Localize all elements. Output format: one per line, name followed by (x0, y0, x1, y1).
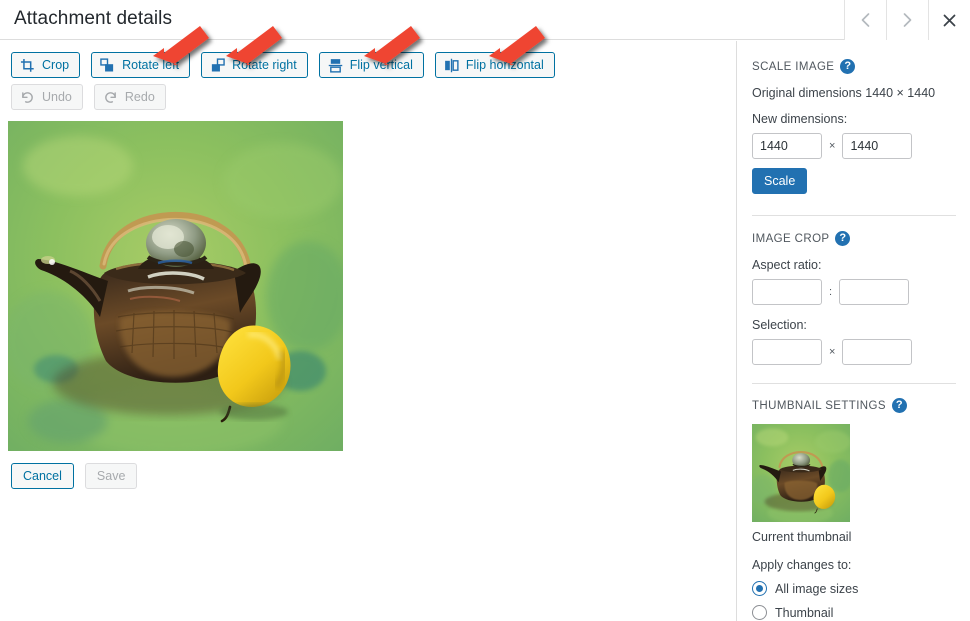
attachment-details-modal: Attachment details Crop Rotate left Rota… (0, 0, 970, 621)
rotate-right-icon (210, 57, 225, 73)
aspect-ratio-width-input[interactable] (752, 279, 822, 305)
image-crop-title-text: IMAGE CROP (752, 232, 830, 245)
new-dimensions-label: New dimensions: (752, 112, 848, 126)
editor-actions: Cancel Save (11, 463, 138, 489)
rotate-right-button-label: Rotate right (232, 57, 297, 72)
rotate-right-button[interactable]: Rotate right (201, 52, 308, 78)
rotate-left-icon (100, 57, 115, 73)
flip-horizontal-button[interactable]: Flip horizontal (434, 52, 555, 78)
flip-vertical-icon (328, 58, 343, 73)
scale-height-input[interactable] (842, 133, 913, 159)
dimension-separator: × (829, 140, 836, 152)
undo-button-label: Undo (42, 89, 72, 104)
apply-changes-label: Apply changes to: (752, 558, 852, 572)
header-nav (844, 0, 970, 40)
undo-icon (20, 90, 35, 105)
aspect-ratio-label: Aspect ratio: (752, 258, 822, 272)
radio-option-all-image-sizes[interactable]: All image sizes (752, 581, 956, 596)
aspect-ratio-fields: : (752, 279, 956, 305)
help-icon[interactable]: ? (891, 398, 907, 413)
radio-all-image-sizes-label[interactable]: All image sizes (775, 582, 858, 596)
image-crop-section-title: IMAGE CROP ? (752, 231, 956, 246)
selection-separator: × (829, 346, 836, 358)
current-thumbnail-label: Current thumbnail (752, 530, 852, 544)
chevron-right-icon (902, 12, 913, 28)
thumbnail-teapot-painting (752, 424, 850, 522)
aspect-ratio-height-input[interactable] (839, 279, 910, 305)
close-icon (943, 14, 956, 27)
help-icon[interactable]: ? (835, 231, 851, 246)
selection-width-input[interactable] (752, 339, 822, 365)
flip-vertical-button-label: Flip vertical (349, 57, 413, 72)
divider-2 (752, 383, 956, 384)
scale-button[interactable]: Scale (752, 168, 808, 194)
cancel-button[interactable]: Cancel (11, 463, 74, 489)
modal-header: Attachment details (0, 0, 970, 40)
current-thumbnail-preview (752, 424, 850, 522)
editor-settings-sidebar: SCALE IMAGE ? Original dimensions 1440 ×… (738, 41, 970, 621)
crop-icon (20, 58, 35, 73)
page-title: Attachment details (14, 8, 173, 29)
crop-button[interactable]: Crop (11, 52, 81, 78)
help-icon[interactable]: ? (840, 59, 856, 74)
selection-fields: × (752, 339, 956, 365)
divider-1 (752, 215, 956, 216)
chevron-left-icon (860, 12, 871, 28)
redo-icon (103, 90, 118, 105)
radio-option-thumbnail[interactable]: Thumbnail (752, 605, 956, 620)
new-dimensions-fields: × (752, 133, 956, 159)
attachment-image[interactable] (8, 121, 343, 451)
flip-horizontal-icon (444, 58, 459, 73)
flip-horizontal-button-label: Flip horizontal (465, 57, 544, 72)
history-toolbar: Undo Redo (11, 84, 166, 110)
image-edit-toolbar: Crop Rotate left Rotate right Flip verti… (11, 52, 555, 78)
radio-all-image-sizes-input[interactable] (752, 581, 767, 596)
rotate-left-button[interactable]: Rotate left (91, 52, 191, 78)
next-attachment-button[interactable] (886, 0, 928, 40)
close-modal-button[interactable] (928, 0, 970, 40)
crop-button-label: Crop (42, 57, 70, 72)
flip-vertical-button[interactable]: Flip vertical (318, 52, 424, 78)
scale-image-section-title: SCALE IMAGE ? (752, 59, 956, 74)
image-editor-pane: Crop Rotate left Rotate right Flip verti… (0, 41, 737, 621)
redo-button-label: Redo (124, 89, 155, 104)
scale-width-input[interactable] (752, 133, 822, 159)
undo-button[interactable]: Undo (11, 84, 83, 110)
scale-image-title-text: SCALE IMAGE (752, 60, 835, 73)
teapot-painting (8, 121, 343, 451)
selection-height-input[interactable] (842, 339, 913, 365)
radio-thumbnail-input[interactable] (752, 605, 767, 620)
redo-button[interactable]: Redo (93, 84, 166, 110)
prev-attachment-button[interactable] (844, 0, 886, 40)
radio-thumbnail-label[interactable]: Thumbnail (775, 606, 833, 620)
save-button[interactable]: Save (84, 463, 138, 489)
aspect-ratio-separator: : (829, 286, 833, 298)
thumbnail-settings-title-text: THUMBNAIL SETTINGS (752, 399, 886, 412)
rotate-left-button-label: Rotate left (122, 57, 180, 72)
selection-label: Selection: (752, 318, 807, 332)
original-dimensions-text: Original dimensions 1440 × 1440 (752, 86, 936, 100)
thumbnail-settings-section-title: THUMBNAIL SETTINGS ? (752, 398, 956, 413)
